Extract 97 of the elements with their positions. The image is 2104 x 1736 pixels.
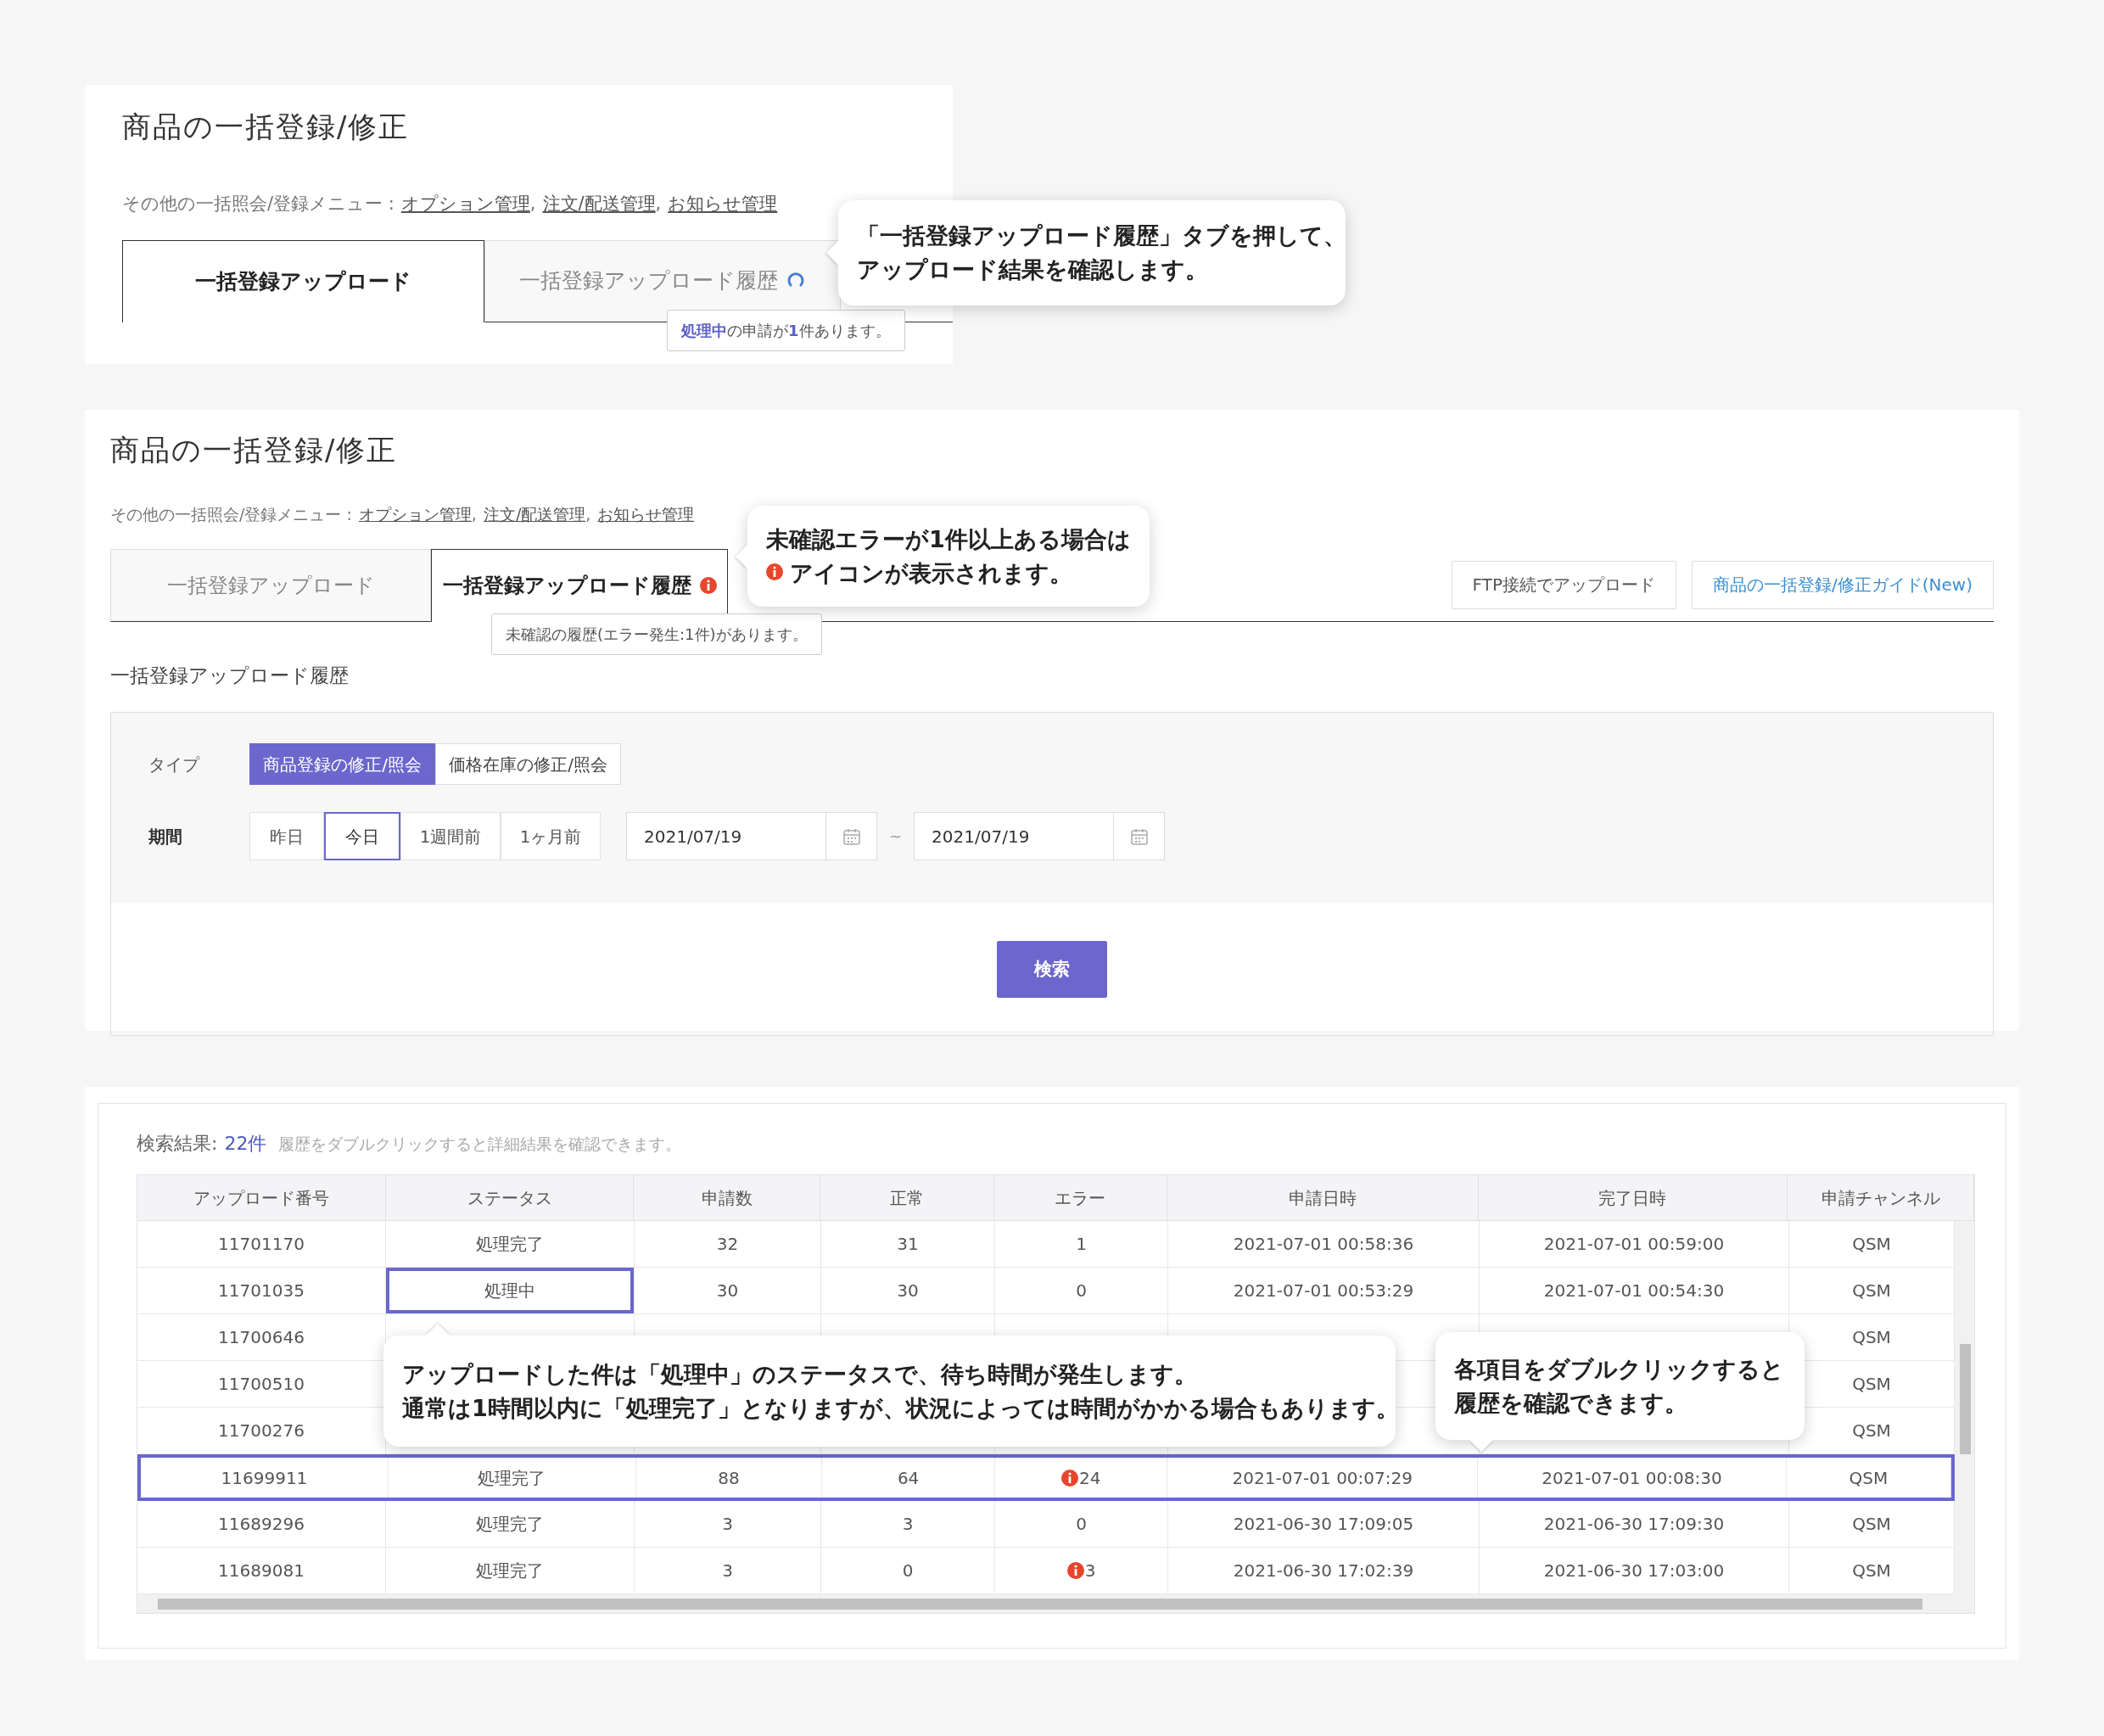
date-field[interactable]: 2021/07/19 [626, 812, 877, 860]
table-cell: 3 [635, 1501, 821, 1547]
table-cell: 処理中 [386, 1268, 635, 1313]
table-cell: 3 [635, 1548, 821, 1593]
menu-label: その他の一括照会/登録メニュー : [110, 504, 352, 525]
column-header: アップロード番号 [137, 1175, 386, 1220]
table-cell: 30 [821, 1268, 995, 1313]
results-label: 検索結果: [137, 1132, 218, 1156]
table-cell: 2021-06-30 17:09:30 [1480, 1501, 1789, 1547]
table-row[interactable]: 11689081 処理完了 3 0 3 2021-06-30 17:02:39 2021-06-30 17:03:00 QSM [137, 1548, 1955, 1594]
separator-text: , [471, 504, 477, 525]
table-cell: 2021-07-01 00:08:30 [1478, 1458, 1787, 1498]
menu-label: その他の一括照会/登録メニュー : [122, 193, 394, 216]
separator-text: , [655, 193, 662, 216]
guide-link-button[interactable]: 商品の一括登録/修正ガイド(New) [1692, 560, 1994, 609]
column-header: エラー [994, 1175, 1167, 1220]
tab[interactable]: 一括登録アップロード [122, 239, 484, 322]
table-cell: 31 [821, 1221, 995, 1267]
table-cell: 1 [995, 1221, 1168, 1267]
callout-text: 「一括登録アップロード履歴」タブを押して、 [857, 221, 1346, 250]
menu-link[interactable]: オプション管理 [358, 502, 472, 527]
table-cell: 3 [821, 1501, 995, 1547]
menu-link[interactable]: お知らせ管理 [668, 191, 778, 218]
table-row[interactable]: 11701035 処理中 30 30 0 2021-07-01 00:53:29 2021-07-01 00:54:30 QSM [137, 1268, 1955, 1314]
menu-link[interactable]: 注文/配送管理 [542, 191, 656, 218]
table-cell: 32 [635, 1221, 821, 1267]
table-cell: 2021-06-30 17:02:39 [1168, 1548, 1480, 1593]
table-cell: 0 [995, 1268, 1168, 1313]
table-cell: 2021-07-01 00:53:29 [1168, 1268, 1480, 1313]
table-cell: 2021-06-30 17:09:05 [1168, 1501, 1480, 1547]
table-row[interactable]: 11689296 処理完了 3 3 0 2021-06-30 17:09:05 2021-06-30 17:09:30 QSM [137, 1501, 1955, 1548]
table-cell: 処理完了 [386, 1221, 635, 1267]
section-title: 一括登録アップロード履歴 [110, 663, 350, 688]
table-cell: 0 [995, 1501, 1168, 1547]
table-cell: QSM [1786, 1458, 1951, 1498]
period-toggle[interactable]: 今日 [324, 812, 400, 860]
column-header: 完了日時 [1478, 1175, 1788, 1220]
field-label: 期間 [148, 825, 183, 848]
range-separator: ~ [889, 826, 903, 847]
date-field[interactable]: 2021/07/19 [914, 812, 1166, 860]
callout-text: 履歴を確認できます。 [1454, 1388, 1687, 1418]
results-hint: 履歴をダブルクリックすると詳細結果を確認できます。 [278, 1134, 682, 1155]
table-cell: 30 [635, 1268, 821, 1313]
calendar-icon [1129, 826, 1149, 846]
table-row[interactable]: 11699911 処理完了 88 64 24 2021-07-01 00:07:29 2021-07-01 00:08:30 QSM [137, 1454, 1955, 1501]
column-header: 申請数 [634, 1175, 821, 1220]
table-cell: 処理完了 [386, 1548, 635, 1593]
table-cell-text: 3 [1084, 1560, 1096, 1582]
table-row[interactable]: 11701170 処理完了 32 31 1 2021-07-01 00:58:36 2021-07-01 00:59:00 QSM [137, 1221, 1955, 1268]
table-cell: 2021-07-01 00:58:36 [1168, 1221, 1480, 1267]
tooltip: 未確認の履歴(エラー発生:1件)があります。 [491, 613, 822, 655]
table-cell: 2021-06-30 17:03:00 [1480, 1548, 1789, 1593]
period-toggle[interactable]: 1週間前 [400, 812, 501, 860]
callout-text: 通常は1時間以内に「処理完了」となりますが、状況によっては時間がかかる場合もあります。 [402, 1393, 1399, 1423]
menu-link[interactable]: お知らせ管理 [597, 502, 695, 527]
table-cell: 2021-07-01 00:54:30 [1480, 1268, 1789, 1313]
horizontal-scrollbar[interactable] [137, 1594, 1974, 1613]
page-title: 商品の一括登録/修正 [110, 432, 399, 468]
table-cell: 11689296 [137, 1501, 386, 1547]
separator-text: , [529, 193, 536, 216]
callout-text: アイコンが表示されます。 [790, 558, 1072, 588]
result-count: 22件 [224, 1132, 267, 1156]
calendar-icon [842, 826, 861, 846]
menu-link[interactable]: オプション管理 [400, 191, 530, 218]
table-cell: 2021-07-01 00:59:00 [1480, 1221, 1789, 1267]
table-cell: 2021-07-01 00:07:29 [1167, 1458, 1479, 1498]
table-cell: 64 [822, 1458, 996, 1498]
column-header: 申請日時 [1167, 1175, 1479, 1220]
type-toggle[interactable]: 商品登録の修正/照会 [249, 743, 435, 785]
callout-text: アップロード結果を確認します。 [857, 255, 1208, 284]
table-cell: 0 [821, 1548, 995, 1593]
table-cell: 11701170 [137, 1221, 386, 1267]
callout-text: アップロードした件は「処理中」のステータスで、待ち時間が発生します。 [402, 1359, 1197, 1389]
period-toggle[interactable]: 昨日 [249, 812, 324, 860]
ftp-upload-button[interactable]: FTP接続でアップロード [1451, 560, 1677, 609]
table-cell: 処理完了 [388, 1458, 636, 1498]
vertical-scrollbar[interactable] [1955, 1221, 1974, 1594]
column-header: 申請チャンネル [1788, 1175, 1974, 1220]
page-title: 商品の一括登録/修正 [122, 109, 411, 145]
table-cell: 11689081 [137, 1548, 386, 1593]
table-cell: 11699911 [141, 1458, 389, 1498]
table-cell-text: 24 [1079, 1466, 1101, 1490]
table-cell: 88 [635, 1458, 822, 1498]
table-cell: 11701035 [137, 1268, 386, 1313]
search-button[interactable]: 検索 [997, 941, 1107, 998]
table-cell: 処理完了 [386, 1501, 635, 1547]
period-toggle[interactable]: 1ヶ月前 [501, 812, 601, 860]
callout-text: 各項目をダブルクリックすると [1454, 1354, 1784, 1384]
tab[interactable]: 一括登録アップロード履歴 [431, 548, 728, 622]
callout-text: 未確認エラーが1件以上ある場合は [766, 524, 1131, 554]
type-toggle[interactable]: 価格在庫の修正/照会 [435, 743, 621, 785]
menu-link[interactable]: 注文/配送管理 [483, 502, 586, 527]
tooltip: 処理中の申請が1件あります。 [667, 309, 905, 351]
separator-text: , [585, 504, 591, 525]
field-label: タイプ [148, 753, 201, 776]
column-header: 正常 [820, 1175, 995, 1220]
column-header: ステータス [385, 1175, 635, 1220]
